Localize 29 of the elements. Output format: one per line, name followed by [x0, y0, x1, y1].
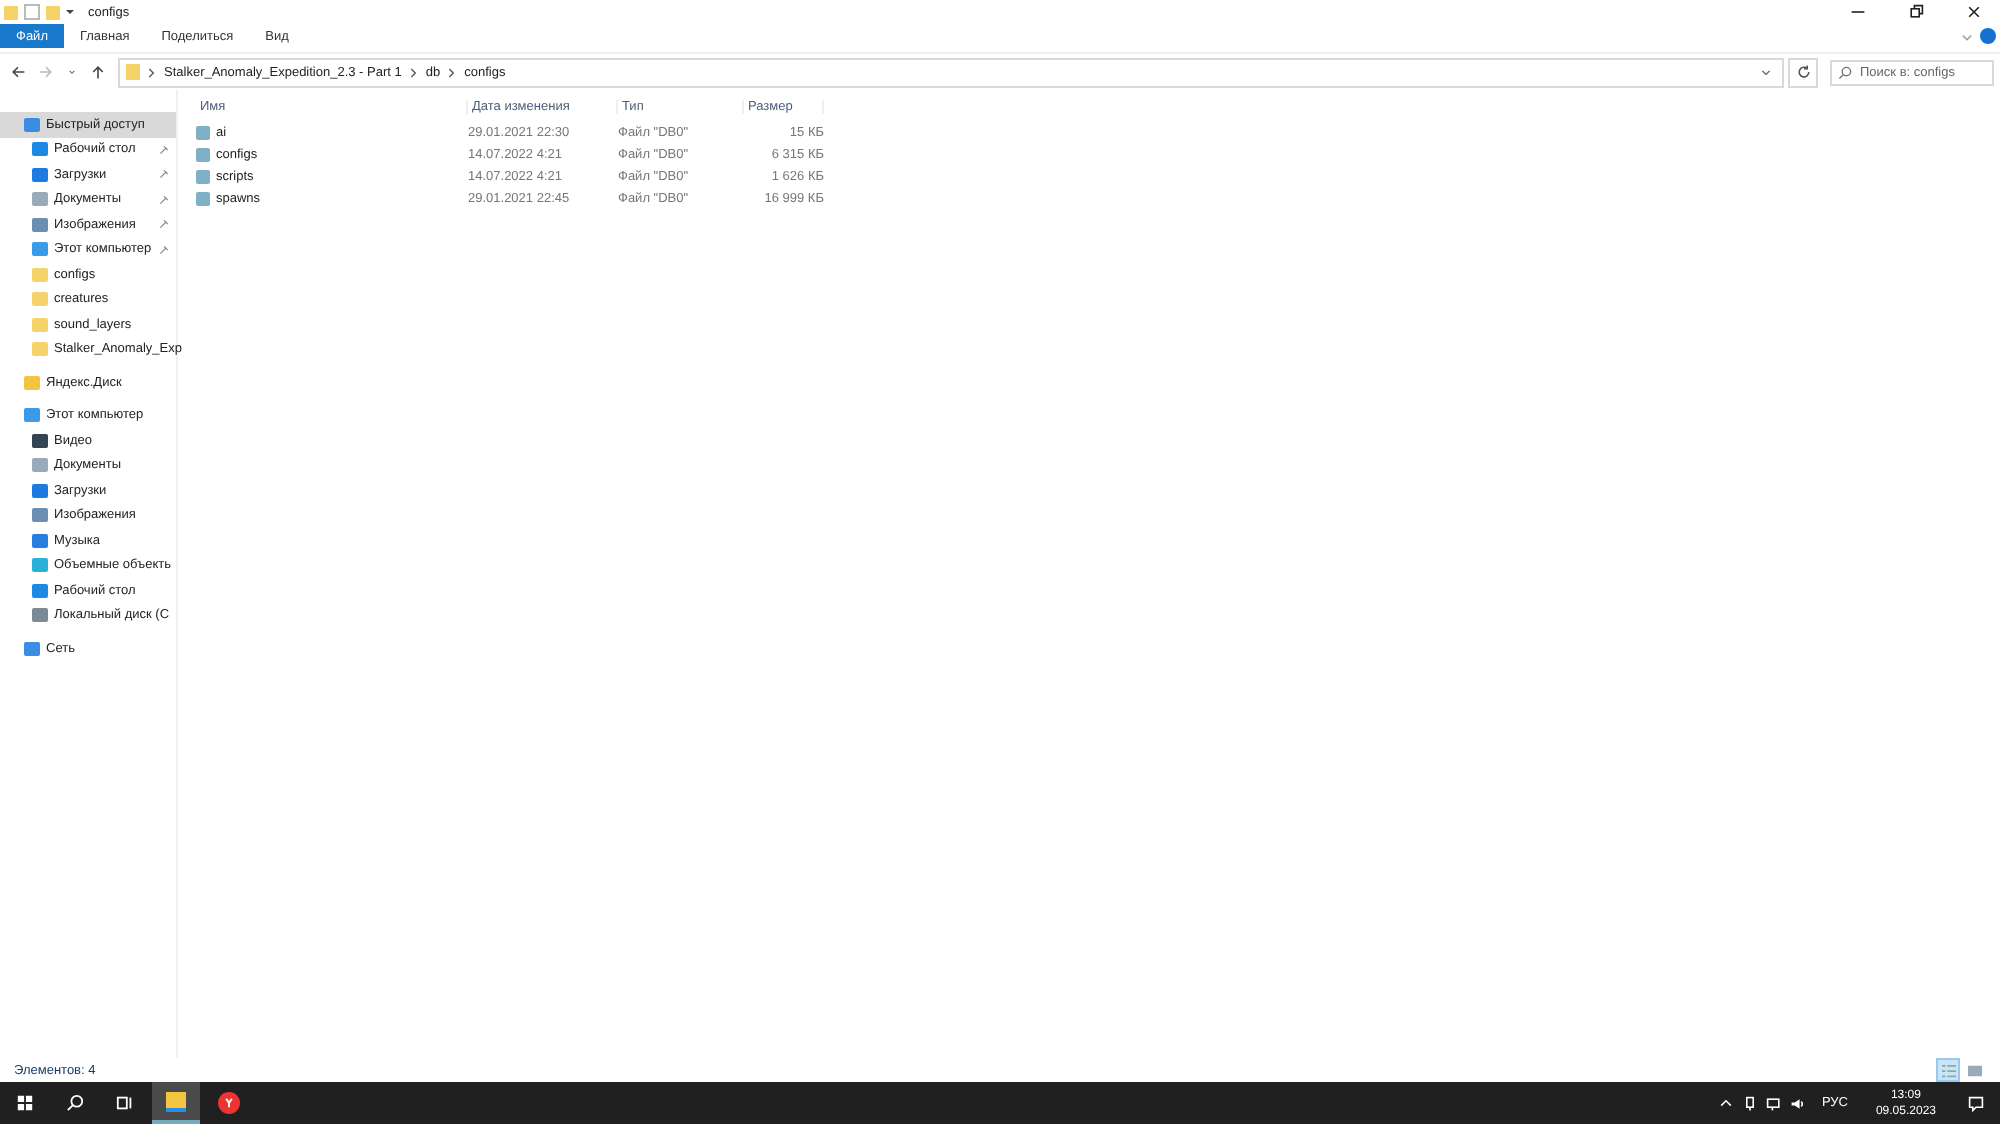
chevron-right-icon	[409, 65, 418, 79]
thumbnail-icon	[1967, 1063, 1981, 1077]
help-icon[interactable]	[1980, 28, 1996, 44]
speaker-icon[interactable]	[1789, 1095, 1806, 1111]
close-icon[interactable]	[1966, 4, 1982, 20]
notification-icon[interactable]	[1968, 1095, 1984, 1111]
list-icon	[1941, 1063, 1955, 1077]
back-arrow-icon[interactable]	[10, 64, 26, 80]
dropdown-caret-icon[interactable]	[66, 66, 78, 78]
up-arrow-icon[interactable]	[90, 64, 106, 80]
folder-icon	[126, 64, 140, 80]
file-explorer-button[interactable]	[152, 1082, 200, 1124]
refresh-button[interactable]	[1788, 57, 1818, 87]
usb-device-icon[interactable]	[1741, 1095, 1758, 1111]
chevron-icon[interactable]	[1960, 29, 1974, 43]
caret-icon[interactable]	[66, 10, 74, 18]
search-icon[interactable]	[66, 1094, 84, 1112]
chevron-right-icon	[448, 65, 457, 79]
restore-icon[interactable]	[1908, 4, 1924, 20]
network-monitor-icon[interactable]	[1765, 1095, 1782, 1111]
folder-icon	[4, 5, 18, 19]
dropdown-caret-icon[interactable]	[1760, 66, 1772, 78]
browser-logo-icon	[217, 1092, 239, 1114]
chevron-up-icon[interactable]	[1717, 1095, 1734, 1111]
refresh-icon	[1795, 64, 1811, 80]
chevron-right-icon	[148, 65, 156, 79]
task-view-icon[interactable]	[116, 1094, 134, 1112]
search-icon	[1838, 65, 1852, 79]
windows-logo-icon[interactable]	[16, 1094, 34, 1112]
